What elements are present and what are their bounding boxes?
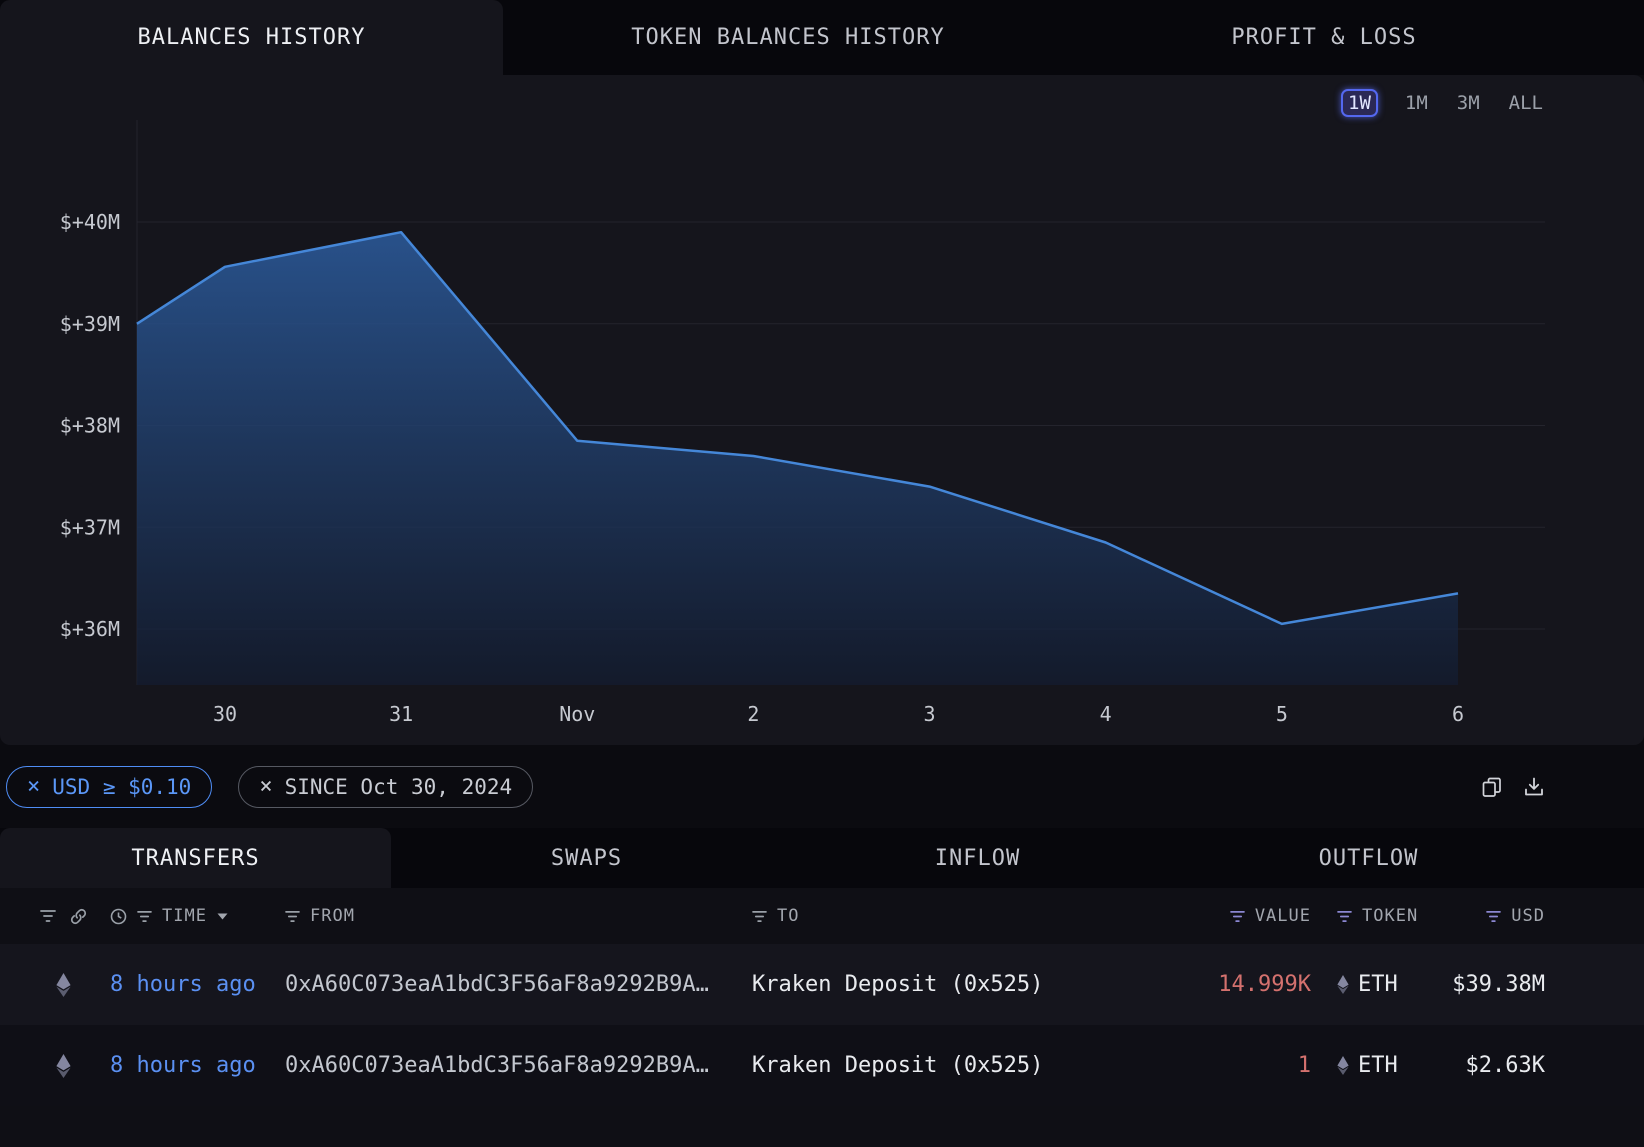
header-from-label: FROM [310, 906, 355, 926]
svg-text:$+39M: $+39M [60, 312, 120, 336]
transfers-table: TIME FROM TO VALUE TO [0, 888, 1644, 1147]
tab-transfers[interactable]: TRANSFERS [0, 828, 391, 888]
filter-icon[interactable] [1486, 910, 1501, 923]
filter-chip-since[interactable]: × SINCE Oct 30, 2024 [238, 766, 533, 808]
eth-icon [1337, 975, 1349, 994]
tab-outflow[interactable]: OUTFLOW [1173, 828, 1564, 888]
close-icon[interactable]: × [259, 776, 272, 798]
filter-bar: × USD ≥ $0.10 × SINCE Oct 30, 2024 [0, 745, 1644, 828]
tab-bar-filler [1564, 828, 1644, 888]
eth-icon [36, 973, 110, 997]
balances-chart-card: $+40M $+39M $+38M $+37M $+36M 30 31 Nov 2 3 4 5 6 1W… [0, 75, 1644, 745]
svg-text:6: 6 [1452, 702, 1464, 726]
header-time[interactable]: TIME [110, 906, 285, 926]
header-value-label: VALUE [1255, 906, 1311, 926]
svg-text:4: 4 [1100, 702, 1112, 726]
filter-icon[interactable] [1230, 910, 1245, 923]
time-range-selector: 1W 1M 3M ALL [1341, 89, 1545, 117]
range-option-3m[interactable]: 3M [1455, 89, 1482, 117]
transfer-from-address[interactable]: 0xA60C073eaA1bdC3F56aF8a9292B9A… [285, 1053, 752, 1078]
header-value[interactable]: VALUE [1141, 906, 1311, 926]
transfer-to-entity[interactable]: Kraken Deposit (0x525) [752, 1053, 1141, 1078]
download-icon[interactable] [1523, 776, 1545, 798]
header-from[interactable]: FROM [285, 906, 752, 926]
svg-text:$+38M: $+38M [60, 414, 120, 438]
svg-text:$+40M: $+40M [60, 210, 120, 234]
svg-text:31: 31 [389, 702, 413, 726]
eth-icon [36, 1054, 110, 1078]
transfer-time[interactable]: 8 hours ago [110, 972, 285, 997]
filter-icon[interactable] [1337, 910, 1352, 923]
header-token[interactable]: TOKEN [1311, 906, 1420, 926]
transfer-usd: $2.63K [1420, 1053, 1545, 1078]
clock-icon [110, 908, 127, 925]
tab-token-balances-history[interactable]: TOKEN BALANCES HISTORY [503, 0, 1073, 75]
filter-icon[interactable] [285, 910, 300, 923]
filter-chip-usd[interactable]: × USD ≥ $0.10 [6, 766, 212, 808]
svg-text:$+37M: $+37M [60, 515, 120, 539]
table-row[interactable]: 8 hours ago 0xA60C073eaA1bdC3F56aF8a9292… [0, 1025, 1644, 1106]
transfer-token[interactable]: ETH [1311, 972, 1420, 997]
header-token-label: TOKEN [1362, 906, 1418, 926]
filter-chip-usd-label: USD ≥ $0.10 [52, 775, 191, 799]
balances-chart: $+40M $+39M $+38M $+37M $+36M 30 31 Nov 2 3 4 5 6 [0, 75, 1644, 745]
transfer-time[interactable]: 8 hours ago [110, 1053, 285, 1078]
tab-swaps[interactable]: SWAPS [391, 828, 782, 888]
chevron-down-icon[interactable] [217, 913, 228, 920]
transfer-usd: $39.38M [1420, 972, 1545, 997]
chart-tabs: BALANCES HISTORY TOKEN BALANCES HISTORY … [0, 0, 1644, 75]
svg-text:$+36M: $+36M [60, 617, 120, 641]
filter-icon[interactable] [752, 910, 767, 923]
table-header: TIME FROM TO VALUE TO [0, 888, 1644, 944]
range-option-1m[interactable]: 1M [1403, 89, 1430, 117]
transfer-value: 14.999K [1141, 972, 1311, 997]
filter-chip-since-label: SINCE Oct 30, 2024 [285, 775, 513, 799]
header-usd[interactable]: USD [1420, 906, 1545, 926]
link-icon[interactable] [70, 908, 87, 925]
tab-profit-loss[interactable]: PROFIT & LOSS [1073, 0, 1575, 75]
svg-text:5: 5 [1276, 702, 1288, 726]
range-option-1w[interactable]: 1W [1341, 89, 1378, 117]
svg-text:Nov: Nov [559, 702, 595, 726]
transfer-to-entity[interactable]: Kraken Deposit (0x525) [752, 972, 1141, 997]
tab-bar-filler [1575, 0, 1644, 75]
close-icon[interactable]: × [27, 776, 40, 798]
svg-text:3: 3 [924, 702, 936, 726]
header-usd-label: USD [1511, 906, 1545, 926]
transfer-value: 1 [1141, 1053, 1311, 1078]
header-to-label: TO [777, 906, 799, 926]
transfer-token-symbol: ETH [1358, 1053, 1398, 1078]
transfer-token-symbol: ETH [1358, 972, 1398, 997]
filter-icon[interactable] [137, 910, 152, 923]
eth-icon [1337, 1056, 1349, 1075]
transfer-token[interactable]: ETH [1311, 1053, 1420, 1078]
svg-text:30: 30 [213, 702, 237, 726]
table-row[interactable]: 8 hours ago 0xA60C073eaA1bdC3F56aF8a9292… [0, 944, 1644, 1025]
table-actions [1481, 776, 1545, 798]
transfer-from-address[interactable]: 0xA60C073eaA1bdC3F56aF8a9292B9A… [285, 972, 752, 997]
svg-text:2: 2 [747, 702, 759, 726]
header-time-label: TIME [162, 906, 207, 926]
header-to[interactable]: TO [752, 906, 1141, 926]
filter-icon[interactable] [40, 909, 56, 923]
activity-tabs: TRANSFERS SWAPS INFLOW OUTFLOW [0, 828, 1644, 888]
range-option-all[interactable]: ALL [1507, 89, 1545, 117]
tab-inflow[interactable]: INFLOW [782, 828, 1173, 888]
copy-icon[interactable] [1481, 776, 1503, 798]
header-left-icons [36, 908, 110, 925]
tab-balances-history[interactable]: BALANCES HISTORY [0, 0, 503, 75]
